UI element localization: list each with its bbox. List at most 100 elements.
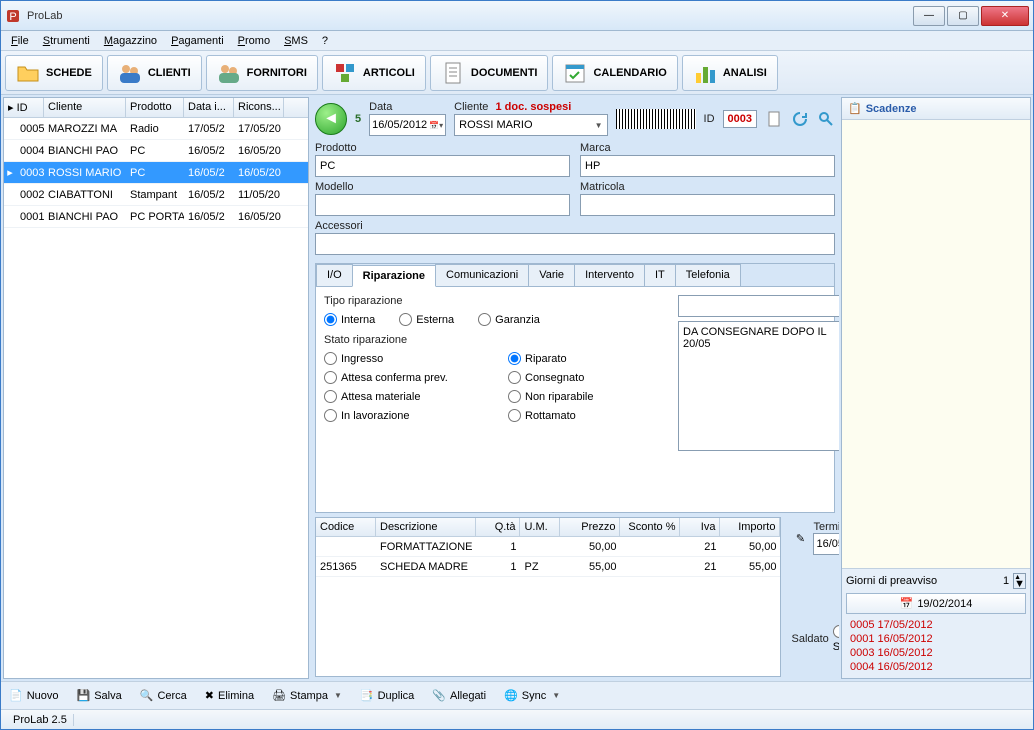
close-button[interactable]: ✕ (981, 6, 1029, 26)
overdue-item[interactable]: 0004 16/05/2012 (846, 660, 1026, 674)
svg-text:P: P (9, 11, 16, 23)
data-input[interactable]: 16/05/2012📅▾ (369, 114, 446, 136)
prodotto-input[interactable] (315, 155, 570, 177)
cliente-select[interactable]: ROSSI MARIO▼ (454, 114, 607, 136)
window-title: ProLab (27, 10, 913, 22)
col-codice[interactable]: Codice (316, 518, 376, 536)
tab-varie[interactable]: Varie (528, 264, 575, 286)
copy-icon: 📑 (360, 689, 374, 702)
refresh-icon[interactable] (791, 110, 809, 128)
list-row[interactable]: 0001BIANCHI PAOPC PORTA16/05/216/05/20 (4, 206, 308, 228)
tipo-extra-input[interactable] (678, 295, 839, 317)
overdue-item[interactable]: 0005 17/05/2012 (846, 618, 1026, 632)
menu-pagamenti[interactable]: Pagamenti (165, 33, 230, 49)
edit-dates-icon[interactable]: ✎ (791, 529, 809, 547)
col-sconto[interactable]: Sconto % (620, 518, 680, 536)
overdue-item[interactable]: 0001 16/05/2012 (846, 632, 1026, 646)
accessori-input[interactable] (315, 233, 835, 255)
action-sync[interactable]: 🌐Sync▼ (504, 689, 560, 702)
col-cliente[interactable]: Cliente (44, 98, 126, 117)
stato-rottamato[interactable]: Rottamato (508, 409, 668, 422)
col-prezzo[interactable]: Prezzo (560, 518, 620, 536)
stato-consegnato[interactable]: Consegnato (508, 371, 668, 384)
tipo-interna[interactable]: Interna (324, 313, 375, 326)
items-table: Codice Descrizione Q.tà U.M. Prezzo Scon… (315, 517, 781, 677)
list-row[interactable]: ▸0003ROSSI MARIOPC16/05/216/05/20 (4, 162, 308, 184)
toolbar-fornitori[interactable]: FORNITORI (206, 55, 318, 91)
detail-panel: ◄ 5 Data 16/05/2012📅▾ Cliente 1 doc. sos… (311, 95, 839, 681)
tipo-esterna[interactable]: Esterna (399, 313, 454, 326)
tab-i/o[interactable]: I/O (316, 264, 353, 286)
action-stampa[interactable]: 🖨Stampa▼ (272, 689, 342, 702)
stato-riparazione-label: Stato riparazione (324, 334, 668, 346)
id-label: ID (704, 113, 715, 125)
minimize-button[interactable]: — (913, 6, 945, 26)
action-duplica[interactable]: 📑Duplica (360, 689, 414, 702)
list-row[interactable]: 0005MAROZZI MARadio17/05/217/05/20 (4, 118, 308, 140)
col-ricons[interactable]: Ricons... (234, 98, 284, 117)
action-salva[interactable]: 💾Salva (77, 689, 122, 702)
search-icon[interactable] (817, 110, 835, 128)
marca-input[interactable] (580, 155, 835, 177)
sync-icon: 🌐 (504, 689, 518, 702)
menu-strumenti[interactable]: Strumenti (37, 33, 96, 49)
stato-attesa-materiale[interactable]: Attesa materiale (324, 390, 484, 403)
action-allegati[interactable]: 📎Allegati (432, 689, 486, 702)
product-form: Prodotto Marca Modello Matricola Accesso… (315, 142, 835, 255)
col-importo[interactable]: Importo (720, 518, 780, 536)
toolbar-documenti[interactable]: DOCUMENTI (430, 55, 549, 91)
stato-riparato[interactable]: Riparato (508, 352, 668, 365)
col-data-in[interactable]: Data i... (184, 98, 234, 117)
stato-ingresso[interactable]: Ingresso (324, 352, 484, 365)
tab-riparazione[interactable]: Riparazione (352, 265, 436, 287)
menu-promo[interactable]: Promo (232, 33, 276, 49)
col-iva[interactable]: Iva (680, 518, 720, 536)
menu-magazzino[interactable]: Magazzino (98, 33, 163, 49)
menu-help[interactable]: ? (316, 33, 334, 49)
people-icon (118, 61, 142, 85)
stato-non-riparabile[interactable]: Non riparabile (508, 390, 668, 403)
col-prodotto[interactable]: Prodotto (126, 98, 184, 117)
menu-file[interactable]: File (5, 33, 35, 49)
tipo-garanzia[interactable]: Garanzia (478, 313, 540, 326)
item-row[interactable]: FORMATTAZIONE150,002150,00 (316, 537, 780, 557)
toolbar-analisi[interactable]: ANALISI (682, 55, 778, 91)
list-row[interactable]: 0004BIANCHI PAOPC16/05/216/05/20 (4, 140, 308, 162)
stato-in-lavorazione[interactable]: In lavorazione (324, 409, 484, 422)
content-area: ▸ ID Cliente Prodotto Data i... Ricons..… (1, 95, 1033, 681)
tab-comunicazioni[interactable]: Comunicazioni (435, 264, 529, 286)
scadenze-date-button[interactable]: 📅19/02/2014 (846, 593, 1026, 614)
matricola-input[interactable] (580, 194, 835, 216)
back-button[interactable]: ◄ (315, 103, 347, 135)
toolbar: SCHEDE CLIENTI FORNITORI ARTICOLI DOCUME… (1, 51, 1033, 95)
items-header: Codice Descrizione Q.tà U.M. Prezzo Scon… (316, 518, 780, 537)
stato-attesa-conferma-prev.[interactable]: Attesa conferma prev. (324, 371, 484, 384)
menu-sms[interactable]: SMS (278, 33, 314, 49)
spinner-icon[interactable]: ▲▼ (1013, 573, 1026, 589)
toolbar-articoli[interactable]: ARTICOLI (322, 55, 426, 91)
tab-it[interactable]: IT (644, 264, 676, 286)
item-row[interactable]: 251365SCHEDA MADRE1PZ55,002155,00 (316, 557, 780, 577)
modello-input[interactable] (315, 194, 570, 216)
action-nuovo[interactable]: 📄Nuovo (9, 689, 59, 702)
preavviso-value[interactable]: 1 (1003, 575, 1009, 587)
toolbar-schede[interactable]: SCHEDE (5, 55, 103, 91)
overdue-item[interactable]: 0003 16/05/2012 (846, 646, 1026, 660)
col-descrizione[interactable]: Descrizione (376, 518, 476, 536)
tab-telefonia[interactable]: Telefonia (675, 264, 741, 286)
action-cerca[interactable]: 🔍Cerca (140, 689, 187, 702)
col-qta[interactable]: Q.tà (476, 518, 520, 536)
toolbar-clienti[interactable]: CLIENTI (107, 55, 202, 91)
saldato-si[interactable]: Si (833, 625, 839, 653)
note-box[interactable]: DA CONSEGNARE DOPO IL 20/05 (678, 321, 839, 451)
toolbar-calendario[interactable]: CALENDARIO (552, 55, 677, 91)
list-row[interactable]: 0002CIABATTONIStampant16/05/211/05/20 (4, 184, 308, 206)
termine-date[interactable]: 16/05/2012📅▾ (813, 533, 839, 555)
scadenze-body (842, 120, 1030, 568)
action-elimina[interactable]: ✖Elimina (205, 689, 254, 702)
col-id[interactable]: ▸ ID (4, 98, 44, 117)
col-um[interactable]: U.M. (520, 518, 560, 536)
tab-intervento[interactable]: Intervento (574, 264, 645, 286)
new-doc-icon[interactable] (765, 110, 783, 128)
maximize-button[interactable]: ▢ (947, 6, 979, 26)
